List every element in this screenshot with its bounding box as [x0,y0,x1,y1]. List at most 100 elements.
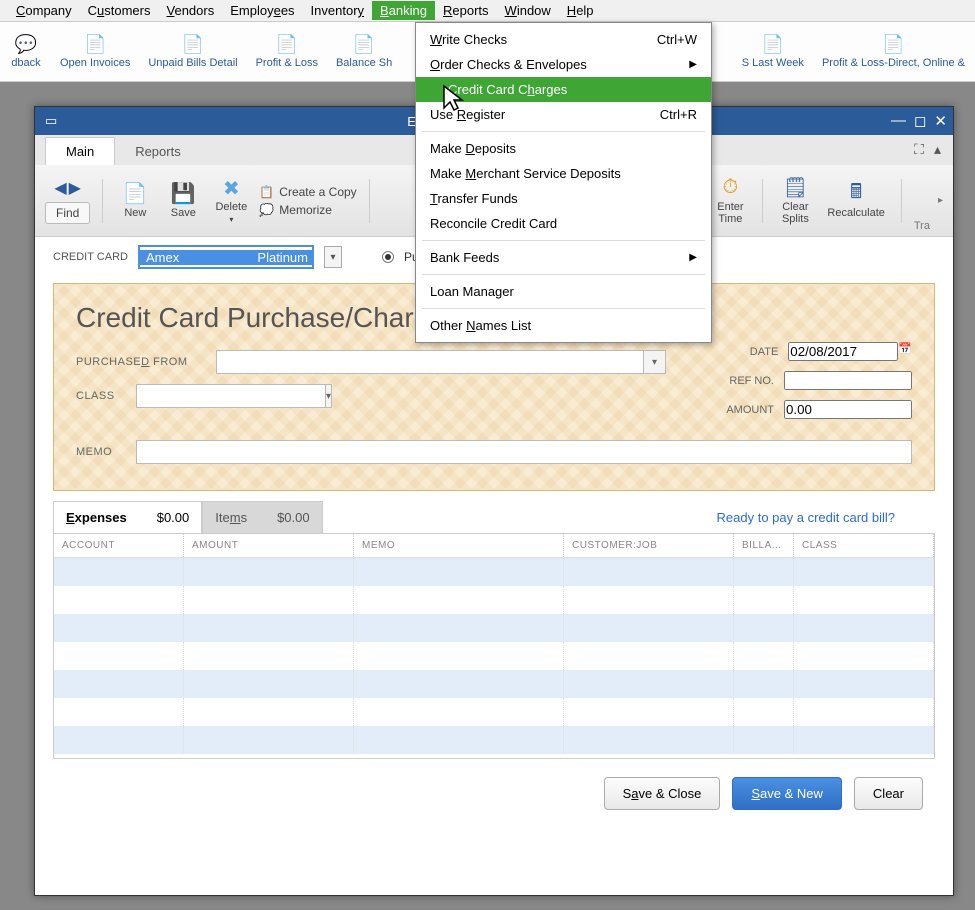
save-close-button[interactable]: Save & Close [604,777,721,810]
menu-loan-manager[interactable]: Loan Manager [416,279,711,304]
expand-icon[interactable]: ⛶ [914,141,924,158]
memorize-button[interactable]: 💭Memorize [259,203,356,217]
save-new-button[interactable]: Save & New [732,777,842,810]
maximize-icon[interactable]: ◻ [914,112,926,130]
lower-tabs: Expenses$0.00 Items$0.00 Ready to pay a … [53,501,935,533]
menu-make-merchant-deposits[interactable]: Make Merchant Service Deposits [416,161,711,186]
tb-profit-loss[interactable]: 📄Profit & Loss [250,32,324,71]
credit-card-dropdown-icon[interactable]: ▾ [324,246,342,268]
class-dropdown-icon[interactable]: ▾ [326,384,332,408]
ready-to-pay-link[interactable]: Ready to pay a credit card bill? [717,510,895,525]
col-billable[interactable]: BILLA... [734,534,794,557]
delete-button[interactable]: ✖Delete▾ [211,175,251,226]
table-row [54,642,934,670]
refno-input[interactable] [784,371,912,390]
tb-open-invoices[interactable]: 📄Open Invoices [54,32,136,71]
grid-body[interactable] [54,558,934,758]
table-row [54,698,934,726]
nav-next-icon[interactable]: ▶ [69,178,81,198]
tab-main[interactable]: Main [45,137,115,165]
memorize-icon: 💭 [259,203,274,217]
table-row [54,558,934,586]
col-class[interactable]: CLASS [794,534,934,557]
table-row [54,726,934,754]
tb-unpaid-bills[interactable]: 📄Unpaid Bills Detail [142,32,243,71]
tab-items[interactable]: Items$0.00 [202,501,322,533]
table-row [54,614,934,642]
calculator-icon: 🖩 [850,183,862,205]
clear-splits-icon: 🗒 [783,177,808,199]
delete-icon: ✖ [223,177,240,199]
chevron-up-icon[interactable]: ▴ [934,141,941,158]
enter-time-button[interactable]: ⏱Enter Time [710,175,750,227]
tb-balance-sheet[interactable]: 📄Balance Sh [330,32,398,71]
class-label: CLASS [76,390,126,402]
col-customer-job[interactable]: CUSTOMER:JOB [564,534,734,557]
save-button[interactable]: 💾Save [163,181,203,221]
recalculate-button[interactable]: 🖩Recalculate [823,181,888,221]
submenu-arrow-icon: ▶ [689,252,697,263]
new-button[interactable]: 📄New [115,181,155,221]
menu-use-register[interactable]: Use RegisterCtrl+R [416,102,711,127]
credit-card-select[interactable]: Amex Platinum [138,245,314,269]
doc-icon: 📄 [762,34,784,54]
menu-order-checks[interactable]: Order Checks & Envelopes▶ [416,52,711,77]
menu-customers[interactable]: Customers [80,1,159,20]
menu-window[interactable]: Window [497,1,559,20]
purchase-radio[interactable] [382,251,394,263]
doc-icon: 📄 [353,34,375,54]
purchased-from-dropdown-icon[interactable]: ▾ [644,350,666,374]
menu-reports[interactable]: Reports [435,1,497,20]
clear-splits-button[interactable]: 🗒Clear Splits [775,175,815,227]
expense-grid: ACCOUNT AMOUNT MEMO CUSTOMER:JOB BILLA..… [53,533,935,759]
chat-icon: 💬 [15,34,37,54]
menu-employees[interactable]: Employees [222,1,302,20]
amount-label: AMOUNT [726,404,774,416]
menu-vendors[interactable]: Vendors [159,1,223,20]
menu-help[interactable]: Help [559,1,602,20]
tab-expenses[interactable]: Expenses$0.00 [53,501,202,533]
new-icon: 📄 [123,183,148,205]
memo-input[interactable] [136,440,912,464]
col-account[interactable]: ACCOUNT [54,534,184,557]
tb-profit-loss-direct[interactable]: 📄Profit & Loss-Direct, Online & [816,32,971,71]
save-icon: 💾 [171,183,196,205]
tab-reports[interactable]: Reports [115,138,201,165]
credit-card-label: CREDIT CARD [53,251,128,263]
menu-write-checks[interactable]: Write ChecksCtrl+W [416,27,711,52]
menu-banking[interactable]: Banking [372,1,435,20]
menu-make-deposits[interactable]: Make Deposits [416,136,711,161]
purchased-from-label: PURCHASED FROM [76,356,206,368]
menubar: Company Customers Vendors Employees Inve… [0,0,975,22]
minimize-icon[interactable]: — [891,112,906,130]
nav-prev-icon[interactable]: ◀ [54,178,66,198]
menu-enter-cc-charges[interactable]: Credit Card Charges [416,77,711,102]
col-amount[interactable]: AMOUNT [184,534,354,557]
submenu-arrow-icon: ▶ [689,59,697,70]
find-button[interactable]: Find [45,202,90,224]
tb-feedback[interactable]: 💬dback [4,32,48,71]
clear-button[interactable]: Clear [854,777,923,810]
menu-other-names[interactable]: Other Names List [416,313,711,338]
doc-icon: 📄 [882,34,904,54]
close-icon[interactable]: ✕ [934,112,947,130]
tb-last-week[interactable]: 📄S Last Week [736,32,810,71]
doc-icon: 📄 [276,34,298,54]
menu-inventory[interactable]: Inventory [303,1,372,20]
calendar-icon[interactable]: 📅 [898,342,912,361]
ribbon-overflow-icon[interactable]: ▸ [938,195,943,206]
menu-bank-feeds[interactable]: Bank Feeds▶ [416,245,711,270]
menu-transfer-funds[interactable]: Transfer Funds [416,186,711,211]
col-memo[interactable]: MEMO [354,534,564,557]
banking-dropdown: Write ChecksCtrl+W Order Checks & Envelo… [415,22,712,343]
menu-company[interactable]: Company [8,1,80,20]
bottom-buttons: Save & Close Save & New Clear [35,759,953,828]
class-input[interactable] [136,384,326,408]
window-doc-icon: ▭ [45,113,57,129]
clock-icon: ⏱ [723,177,739,199]
date-input[interactable] [788,342,898,361]
amount-input[interactable] [784,400,912,419]
create-copy-button[interactable]: 📋Create a Copy [259,185,356,199]
purchased-from-input[interactable] [216,350,644,374]
menu-reconcile-cc[interactable]: Reconcile Credit Card [416,211,711,236]
